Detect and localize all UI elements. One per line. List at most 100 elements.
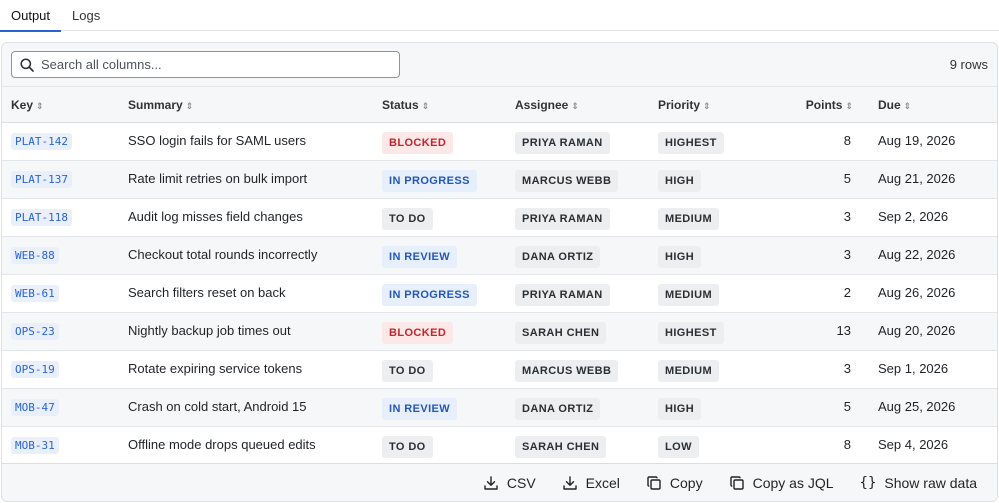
table-row[interactable]: WEB-88 Checkout total rounds incorrectly I… (2, 236, 997, 275)
cell-points: 3 (789, 198, 869, 237)
sort-icon: ⇕ (36, 100, 44, 111)
cell-due: Aug 20, 2026 (869, 312, 997, 351)
assignee-chip: DANA ORTIZ (515, 398, 601, 420)
table-row[interactable]: MOB-31 Offline mode drops queued edits TO … (2, 426, 997, 465)
cell-status: BLOCKED (373, 312, 506, 351)
cell-status: TO DO (373, 198, 506, 237)
column-header-summary[interactable]: Summary ⇕ (117, 86, 373, 123)
copy-as-jql-button[interactable]: Copy as JQL (729, 475, 834, 491)
cell-summary: Crash on cold start, Android 15 (117, 388, 373, 427)
issue-key-link[interactable]: PLAT-137 (11, 171, 72, 188)
assignee-chip: PRIYA RAMAN (515, 284, 610, 306)
cell-priority: MEDIUM (649, 198, 789, 237)
table-row[interactable]: MOB-47 Crash on cold start, Android 15 IN … (2, 388, 997, 427)
issue-key-link[interactable]: PLAT-142 (11, 133, 72, 150)
cell-points: 13 (789, 312, 869, 351)
braces-icon: {} (859, 474, 877, 491)
status-badge: IN REVIEW (382, 246, 458, 268)
assignee-chip: MARCUS WEBB (515, 360, 619, 382)
status-badge: IN REVIEW (382, 398, 458, 420)
cell-summary: Checkout total rounds incorrectly (117, 236, 373, 275)
results-panel: 9 rows Key⇕ Summary⇕ Status⇕ Assignee⇕ P… (1, 42, 998, 502)
copy-button[interactable]: Copy (646, 475, 703, 491)
issue-key-link[interactable]: MOB-31 (11, 437, 59, 454)
issue-key-link[interactable]: OPS-19 (11, 361, 59, 378)
column-header-assignee[interactable]: Assignee ⇕ (506, 86, 649, 123)
column-header-priority[interactable]: Priority ⇕ (649, 86, 789, 123)
assignee-chip: PRIYA RAMAN (515, 208, 610, 230)
cell-assignee: MARCUS WEBB (506, 160, 649, 199)
issue-key-link[interactable]: MOB-47 (11, 399, 59, 416)
issue-key-link[interactable]: WEB-61 (11, 285, 59, 302)
status-badge: BLOCKED (382, 132, 454, 154)
issue-key-link[interactable]: WEB-88 (11, 247, 59, 264)
cell-key: PLAT-137 (2, 160, 117, 199)
search-input[interactable] (41, 57, 371, 72)
tab-output[interactable]: Output (0, 0, 62, 32)
results-toolbar: 9 rows (2, 43, 997, 86)
cell-status: TO DO (373, 426, 506, 465)
cell-priority: MEDIUM (649, 350, 789, 389)
cell-due: Aug 26, 2026 (869, 274, 997, 313)
cell-assignee: SARAH CHEN (506, 426, 649, 465)
show-raw-data-label: Show raw data (884, 474, 977, 491)
cell-key: PLAT-118 (2, 198, 117, 237)
column-header-points[interactable]: Points ⇕ (789, 86, 869, 123)
export-excel-button[interactable]: Excel (562, 475, 620, 491)
cell-status: TO DO (373, 350, 506, 389)
column-header-due[interactable]: Due ⇕ (869, 86, 997, 123)
priority-chip: MEDIUM (658, 360, 720, 382)
status-badge: IN PROGRESS (382, 284, 477, 306)
cell-status: IN REVIEW (373, 388, 506, 427)
cell-summary: Rotate expiring service tokens (117, 350, 373, 389)
table-row[interactable]: PLAT-137 Rate limit retries on bulk impor… (2, 160, 997, 199)
status-badge: BLOCKED (382, 322, 454, 344)
cell-points: 3 (789, 350, 869, 389)
assignee-chip: SARAH CHEN (515, 322, 607, 344)
cell-priority: HIGH (649, 236, 789, 275)
table-row[interactable]: PLAT-142 SSO login fails for SAML users BL… (2, 122, 997, 161)
export-footer: CSV Excel Copy Copy as JQL {} Show raw d… (2, 463, 997, 501)
results-table: Key ⇕ Summary ⇕ Status ⇕ Assignee ⇕ Priority… (2, 86, 997, 465)
column-header-status[interactable]: Status ⇕ (373, 86, 506, 123)
table-header-row: Key ⇕ Summary ⇕ Status ⇕ Assignee ⇕ Priority… (2, 86, 997, 123)
priority-chip: HIGH (658, 246, 702, 268)
show-raw-data-button[interactable]: {} Show raw data (860, 475, 977, 491)
cell-key: WEB-88 (2, 236, 117, 275)
table-body: PLAT-142 SSO login fails for SAML users BL… (2, 122, 997, 465)
cell-points: 8 (789, 426, 869, 465)
cell-assignee: MARCUS WEBB (506, 350, 649, 389)
cell-key: OPS-19 (2, 350, 117, 389)
column-header-key[interactable]: Key ⇕ (2, 86, 117, 123)
cell-points: 8 (789, 122, 869, 161)
copy-icon (729, 475, 744, 490)
table-row[interactable]: OPS-19 Rotate expiring service tokens TO D… (2, 350, 997, 389)
export-csv-button[interactable]: CSV (483, 475, 536, 491)
status-badge: TO DO (382, 360, 433, 382)
issue-key-link[interactable]: OPS-23 (11, 323, 59, 340)
sort-icon: ⇕ (903, 100, 912, 111)
copy-label: Copy (669, 474, 703, 491)
issue-key-link[interactable]: PLAT-118 (11, 209, 72, 226)
cell-due: Sep 1, 2026 (869, 350, 997, 389)
cell-summary: Nightly backup job times out (117, 312, 373, 351)
cell-priority: HIGHEST (649, 122, 789, 161)
status-badge: TO DO (382, 436, 433, 458)
cell-points: 5 (789, 160, 869, 199)
cell-priority: HIGH (649, 160, 789, 199)
download-icon (562, 475, 577, 490)
cell-priority: MEDIUM (649, 274, 789, 313)
table-row[interactable]: OPS-23 Nightly backup job times out BLOCKE… (2, 312, 997, 351)
tab-bar: Output Logs (0, 0, 999, 32)
cell-due: Aug 25, 2026 (869, 388, 997, 427)
cell-due: Aug 21, 2026 (869, 160, 997, 199)
table-row[interactable]: WEB-61 Search filters reset on back IN PRO… (2, 274, 997, 313)
tab-logs[interactable]: Logs (61, 0, 111, 31)
cell-due: Sep 2, 2026 (869, 198, 997, 237)
table-row[interactable]: PLAT-118 Audit log misses field changes TO… (2, 198, 997, 237)
cell-key: MOB-31 (2, 426, 117, 465)
cell-summary: Search filters reset on back (117, 274, 373, 313)
search-box[interactable] (11, 51, 400, 78)
assignee-chip: PRIYA RAMAN (515, 132, 610, 154)
cell-priority: LOW (649, 426, 789, 465)
